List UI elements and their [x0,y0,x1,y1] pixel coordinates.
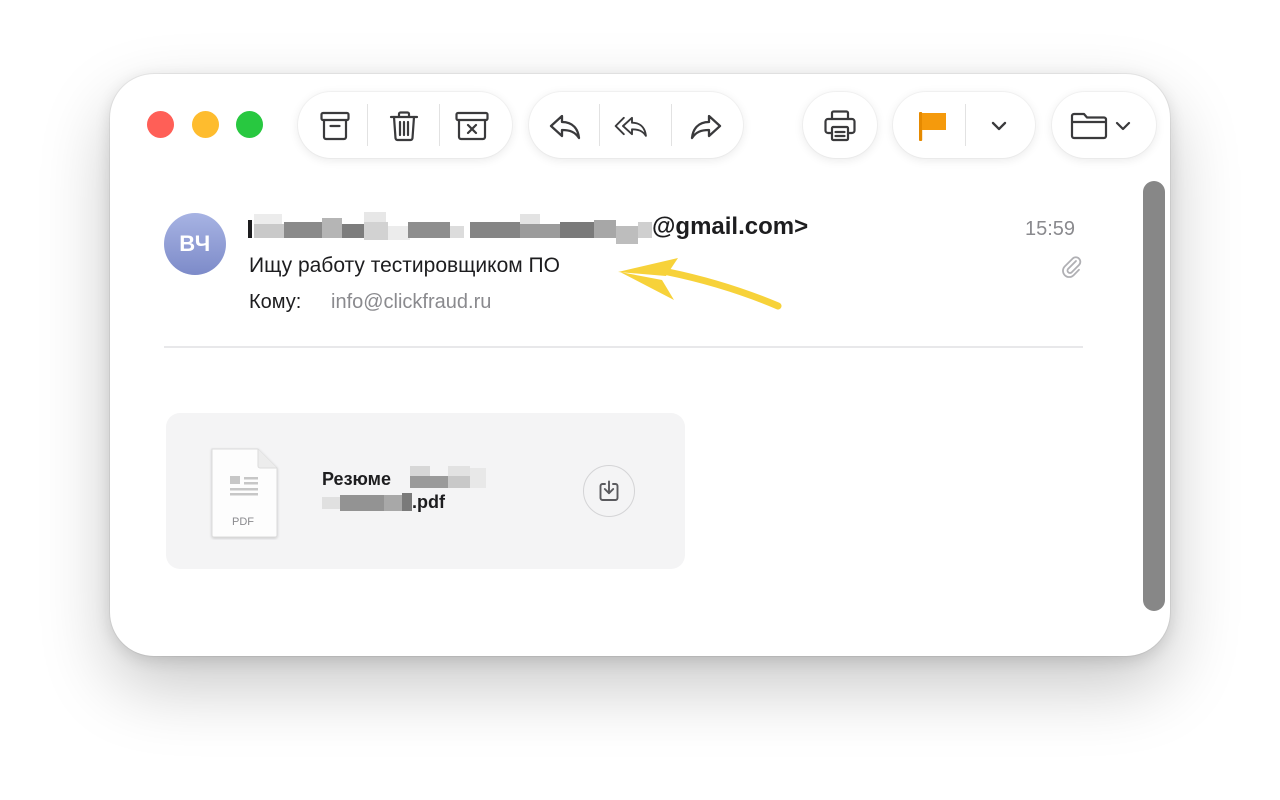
print-button[interactable] [822,108,858,144]
reply-all-button[interactable] [614,108,650,144]
download-icon [599,480,619,501]
chevron-down-icon [1115,121,1131,131]
pdf-type-label: PDF [232,516,254,528]
trash-icon [389,111,419,142]
recipient-label: Кому: [249,291,302,313]
toolbar-separator [439,104,440,146]
trash-button[interactable] [386,108,422,144]
toolbar-separator [671,104,672,146]
toolbar-separator [367,104,368,146]
junk-icon [455,111,489,141]
attachment-name-line2: .pdf [412,492,445,512]
sender-email[interactable]: @gmail.com> [652,213,808,241]
attachment-name-line1: Резюме [322,469,391,489]
reply-all-icon [614,116,647,137]
header-divider [164,346,1083,348]
reply-button[interactable] [547,108,583,144]
folder-icon [1070,112,1108,140]
zoom-button[interactable] [236,111,263,138]
flag-icon [919,112,946,141]
forward-button[interactable] [688,108,724,144]
annotation-arrow [616,250,786,321]
close-button[interactable] [147,111,174,138]
reply-icon [549,114,581,140]
archive-button[interactable] [317,108,353,144]
move-to-folder-button[interactable] [1069,108,1139,144]
flag-button[interactable] [914,108,950,144]
flag-menu-button[interactable] [981,108,1017,144]
vertical-scrollbar[interactable] [1143,181,1165,611]
paperclip-icon [1060,254,1082,283]
forward-icon [690,114,722,140]
pdf-file-icon [208,446,280,545]
sender-name-redacted [248,208,652,248]
toolbar-separator [599,104,600,146]
print-icon [824,110,856,142]
download-button[interactable] [583,465,635,517]
avatar: ВЧ [164,213,226,275]
archive-icon [320,111,350,141]
chevron-down-icon [991,121,1007,131]
toolbar-separator [965,104,966,146]
recipient-address[interactable]: info@clickfraud.ru [331,291,491,314]
message-subject: Ищу работу тестировщиком ПО [249,254,560,277]
junk-button[interactable] [454,108,490,144]
minimize-button[interactable] [192,111,219,138]
message-time: 15:59 [1025,218,1076,240]
